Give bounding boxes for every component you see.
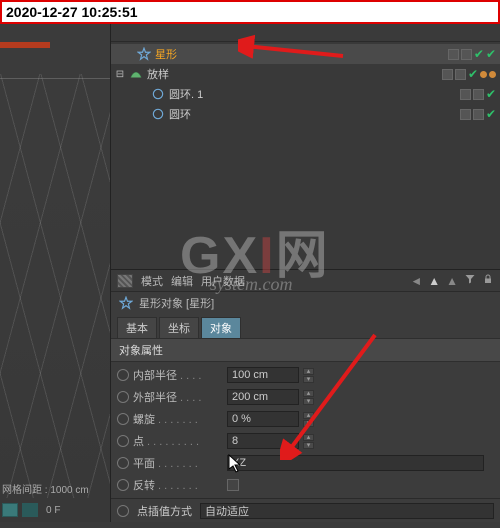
check-icon[interactable]: ✔ (474, 47, 484, 61)
prop-reverse: 反转 . . . . . . . (111, 474, 500, 496)
footer-row: 点插值方式 自动适应 (111, 498, 500, 522)
tree-row-circle[interactable]: 圆环 ✔ (111, 104, 500, 124)
tag-icon[interactable] (480, 71, 487, 78)
attributes-header: 模式 编辑 用户数据 ◄ ▲ ▲ (111, 270, 500, 292)
timeline-cell[interactable] (22, 503, 38, 517)
prop-label: 内部半径 . . . . (133, 367, 223, 383)
prop-inner-radius: 内部半径 . . . . 100 cm ▴▾ (111, 364, 500, 386)
reverse-checkbox[interactable] (227, 479, 239, 491)
radio-icon[interactable] (117, 479, 129, 491)
nav-funnel-icon[interactable] (464, 273, 476, 288)
prop-label: 点 . . . . . . . . . (133, 433, 223, 449)
radio-icon[interactable] (117, 435, 129, 447)
frame-indicator: 0 F (46, 505, 60, 516)
attributes-tabs: 基本 坐标 对象 (111, 314, 500, 338)
visibility-flag[interactable] (448, 49, 459, 60)
twist-field[interactable]: 0 % (227, 411, 299, 427)
radio-icon[interactable] (117, 391, 129, 403)
object-manager: 星形 ✔ ✔ ⊟ 放样 (111, 24, 500, 269)
interp-label: 点插值方式 (137, 503, 192, 519)
viewport-background (0, 24, 110, 522)
tree-row-circle1[interactable]: 圆环. 1 ✔ (111, 84, 500, 104)
star-icon (119, 296, 133, 310)
radio-icon[interactable] (117, 413, 129, 425)
spinner[interactable]: ▴▾ (303, 434, 314, 449)
timestamp-bar: 2020-12-27 10:25:51 (0, 0, 500, 24)
object-tree: 星形 ✔ ✔ ⊟ 放样 (111, 42, 500, 126)
prop-plane: 平面 . . . . . . . XZ (111, 452, 500, 474)
visibility-flag[interactable] (473, 89, 484, 100)
star-icon (137, 47, 151, 61)
attributes-title: 星形对象 [星形] (139, 295, 214, 311)
nav-up-icon[interactable]: ▲ (446, 274, 458, 288)
loft-icon (129, 67, 143, 81)
prop-label: 反转 . . . . . . . (133, 477, 223, 493)
visibility-flag[interactable] (460, 109, 471, 120)
visibility-flag[interactable] (460, 89, 471, 100)
circle-icon (151, 107, 165, 121)
prop-twist: 螺旋 . . . . . . . 0 % ▴▾ (111, 408, 500, 430)
grid-spacing-label: 网格间距 : 1000 cm (2, 481, 89, 496)
spinner[interactable]: ▴▾ (303, 412, 314, 427)
prop-points: 点 . . . . . . . . . 8 ▴▾ (111, 430, 500, 452)
expander-icon[interactable]: ⊟ (115, 69, 125, 80)
radio-icon[interactable] (117, 505, 129, 517)
inner-radius-field[interactable]: 100 cm (227, 367, 299, 383)
tree-label: 圆环 (169, 106, 197, 122)
section-object-props: 对象属性 (111, 338, 500, 362)
circle-icon (151, 87, 165, 101)
plane-dropdown[interactable]: XZ (227, 455, 484, 471)
mode-menu[interactable]: 模式 (141, 273, 163, 289)
prop-label: 螺旋 . . . . . . . (133, 411, 223, 427)
attributes-nav: ◄ ▲ ▲ (410, 273, 494, 288)
nav-back-icon[interactable]: ◄ (410, 274, 422, 288)
property-rows: 内部半径 . . . . 100 cm ▴▾ 外部半径 . . . . 200 … (111, 362, 500, 498)
nav-lock-icon[interactable] (482, 273, 494, 288)
tree-label: 星形 (155, 46, 183, 62)
attributes-title-row: 星形对象 [星形] (111, 292, 500, 314)
outer-radius-field[interactable]: 200 cm (227, 389, 299, 405)
tab-basic[interactable]: 基本 (117, 317, 157, 338)
visibility-flag[interactable] (461, 49, 472, 60)
points-field[interactable]: 8 (227, 433, 299, 449)
interp-dropdown[interactable]: 自动适应 (200, 503, 494, 519)
spinner[interactable]: ▴▾ (303, 368, 314, 383)
attributes-panel: 模式 编辑 用户数据 ◄ ▲ ▲ (111, 269, 500, 522)
viewport-timeline[interactable]: 0 F (0, 498, 110, 522)
prop-label: 外部半径 . . . . (133, 389, 223, 405)
prop-outer-radius: 外部半径 . . . . 200 cm ▴▾ (111, 386, 500, 408)
check-icon[interactable]: ✔ (486, 87, 496, 101)
tree-label: 圆环. 1 (169, 86, 209, 102)
radio-icon[interactable] (117, 369, 129, 381)
tab-object[interactable]: 对象 (201, 317, 241, 338)
check-icon[interactable]: ✔ (468, 67, 478, 81)
prop-label: 平面 . . . . . . . (133, 455, 223, 471)
tree-label: 放样 (147, 66, 175, 82)
edit-menu[interactable]: 编辑 (171, 273, 193, 289)
object-manager-header[interactable] (111, 24, 500, 42)
tree-row-star[interactable]: 星形 ✔ ✔ (111, 44, 500, 64)
timeline-cell[interactable] (2, 503, 18, 517)
spinner[interactable]: ▴▾ (303, 390, 314, 405)
viewport-grid (0, 24, 110, 522)
visibility-flag[interactable] (473, 109, 484, 120)
attributes-icon (117, 274, 133, 288)
nav-forward-icon[interactable]: ▲ (428, 274, 440, 288)
tree-row-loft[interactable]: ⊟ 放样 ✔ (111, 64, 500, 84)
check-icon[interactable]: ✔ (486, 47, 496, 61)
visibility-flag[interactable] (455, 69, 466, 80)
visibility-flag[interactable] (442, 69, 453, 80)
userdata-menu[interactable]: 用户数据 (201, 273, 245, 289)
tab-coord[interactable]: 坐标 (159, 317, 199, 338)
viewport-3d[interactable]: 网格间距 : 1000 cm 0 F (0, 24, 110, 522)
tag-icon[interactable] (489, 71, 496, 78)
check-icon[interactable]: ✔ (486, 107, 496, 121)
radio-icon[interactable] (117, 457, 129, 469)
